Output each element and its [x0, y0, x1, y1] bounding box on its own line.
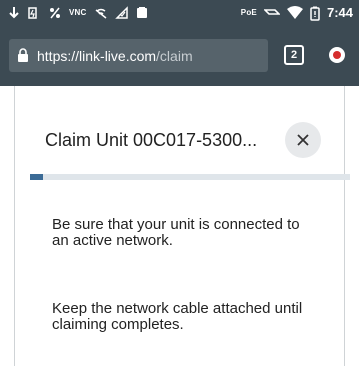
wifi-icon: [286, 5, 303, 21]
poe-label: PoE: [240, 8, 257, 17]
download-arrow-icon: [8, 5, 20, 21]
status-bar: VNC PoE 7:44: [0, 0, 359, 26]
address-bar[interactable]: https://link-live.com/claim: [9, 39, 268, 72]
tablet-icon: [136, 5, 148, 21]
tab-switcher-button[interactable]: 2: [284, 45, 304, 65]
ethernet-icon: [263, 5, 280, 21]
close-icon: [297, 134, 309, 146]
signal-check-icon: [114, 5, 129, 21]
url-host: https://link-live.com: [37, 47, 157, 64]
cable-instruction: Keep the network cable attached until cl…: [52, 300, 303, 333]
progress-fill: [30, 174, 43, 180]
progress-bar: [30, 174, 350, 180]
url-text: https://link-live.com/claim: [37, 48, 193, 64]
browser-toolbar: https://link-live.com/claim 2: [0, 26, 359, 86]
battery-charging-icon: [27, 5, 41, 21]
battery-icon: [310, 5, 320, 21]
claim-dialog: Claim Unit 00C017-5300... Be sure that y…: [14, 86, 350, 366]
network-instruction: Be sure that your unit is connected to a…: [52, 216, 300, 249]
status-left-icons: VNC: [8, 5, 148, 21]
lock-icon: [17, 47, 31, 64]
vnc-icon: VNC: [69, 8, 87, 17]
dialog-title: Claim Unit 00C017-5300...: [45, 130, 258, 150]
status-right-icons: PoE 7:44: [241, 5, 353, 21]
wifi-off-icon: [94, 5, 108, 21]
percent-icon: [48, 5, 62, 21]
close-button[interactable]: [285, 122, 321, 158]
url-path: /claim: [156, 47, 193, 64]
record-icon[interactable]: [329, 47, 345, 63]
page-content: Claim Unit 00C017-5300... Be sure that y…: [0, 86, 359, 366]
status-time: 7:44: [326, 5, 353, 20]
record-dot: [333, 51, 341, 59]
